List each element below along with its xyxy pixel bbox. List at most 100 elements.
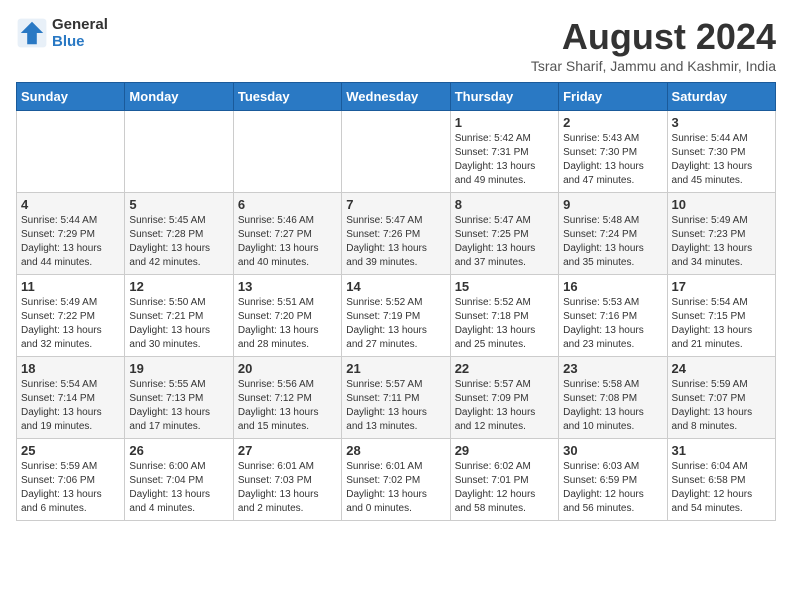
day-info: Sunrise: 5:59 AMSunset: 7:06 PMDaylight:…: [21, 460, 120, 516]
day-number: 13: [238, 279, 337, 294]
day-info: Sunrise: 6:00 AMSunset: 7:04 PMDaylight:…: [129, 460, 228, 516]
day-info: Sunrise: 5:48 AMSunset: 7:24 PMDaylight:…: [563, 214, 662, 270]
day-number: 12: [129, 279, 228, 294]
calendar-cell: [342, 111, 450, 193]
week-row-5: 25 Sunrise: 5:59 AMSunset: 7:06 PMDayligh…: [17, 439, 776, 521]
calendar-cell: 22Sunrise: 5:57 AMSunset: 7:09 PMDayligh…: [450, 357, 558, 439]
calendar-cell: 12 Sunrise: 5:50 AMSunset: 7:21 PMDayligh…: [125, 275, 233, 357]
calendar-cell: 10Sunrise: 5:49 AMSunset: 7:23 PMDayligh…: [667, 193, 775, 275]
calendar-table: SundayMondayTuesdayWednesdayThursdayFrid…: [16, 82, 776, 521]
day-number: 23: [563, 361, 662, 376]
calendar-cell: 2Sunrise: 5:43 AMSunset: 7:30 PMDaylight…: [559, 111, 667, 193]
weekday-header-thursday: Thursday: [450, 83, 558, 111]
title-block: August 2024 Tsrar Sharif, Jammu and Kash…: [531, 16, 776, 74]
day-info: Sunrise: 6:01 AMSunset: 7:02 PMDaylight:…: [346, 460, 445, 516]
calendar-cell: 6Sunrise: 5:46 AMSunset: 7:27 PMDaylight…: [233, 193, 341, 275]
page-header: General Blue August 2024 Tsrar Sharif, J…: [16, 16, 776, 74]
day-number: 31: [672, 443, 771, 458]
day-number: 11: [21, 279, 120, 294]
logo-text: General Blue: [52, 16, 108, 50]
weekday-header-saturday: Saturday: [667, 83, 775, 111]
day-info: Sunrise: 5:54 AMSunset: 7:14 PMDaylight:…: [21, 378, 120, 434]
day-number: 24: [672, 361, 771, 376]
weekday-header-sunday: Sunday: [17, 83, 125, 111]
month-year-title: August 2024: [531, 16, 776, 58]
calendar-cell: 11 Sunrise: 5:49 AMSunset: 7:22 PMDayligh…: [17, 275, 125, 357]
weekday-row: SundayMondayTuesdayWednesdayThursdayFrid…: [17, 83, 776, 111]
calendar-cell: 8Sunrise: 5:47 AMSunset: 7:25 PMDaylight…: [450, 193, 558, 275]
day-number: 28: [346, 443, 445, 458]
day-info: Sunrise: 5:59 AMSunset: 7:07 PMDaylight:…: [672, 378, 771, 434]
day-number: 18: [21, 361, 120, 376]
day-number: 17: [672, 279, 771, 294]
calendar-cell: 13Sunrise: 5:51 AMSunset: 7:20 PMDayligh…: [233, 275, 341, 357]
day-number: 29: [455, 443, 554, 458]
logo: General Blue: [16, 16, 108, 50]
day-info: Sunrise: 6:03 AMSunset: 6:59 PMDaylight:…: [563, 460, 662, 516]
location-subtitle: Tsrar Sharif, Jammu and Kashmir, India: [531, 58, 776, 74]
weekday-header-friday: Friday: [559, 83, 667, 111]
calendar-cell: 15 Sunrise: 5:52 AMSunset: 7:18 PMDayligh…: [450, 275, 558, 357]
week-row-2: 4 Sunrise: 5:44 AMSunset: 7:29 PMDaylight…: [17, 193, 776, 275]
calendar-cell: 5Sunrise: 5:45 AMSunset: 7:28 PMDaylight…: [125, 193, 233, 275]
day-info: Sunrise: 5:54 AMSunset: 7:15 PMDaylight:…: [672, 296, 771, 352]
calendar-header: SundayMondayTuesdayWednesdayThursdayFrid…: [17, 83, 776, 111]
calendar-cell: [125, 111, 233, 193]
day-info: Sunrise: 5:44 AMSunset: 7:29 PMDaylight:…: [21, 214, 120, 270]
calendar-cell: 30 Sunrise: 6:03 AMSunset: 6:59 PMDayligh…: [559, 439, 667, 521]
day-number: 7: [346, 197, 445, 212]
day-info: Sunrise: 5:55 AMSunset: 7:13 PMDaylight:…: [129, 378, 228, 434]
calendar-cell: 26 Sunrise: 6:00 AMSunset: 7:04 PMDayligh…: [125, 439, 233, 521]
week-row-3: 11 Sunrise: 5:49 AMSunset: 7:22 PMDayligh…: [17, 275, 776, 357]
day-info: Sunrise: 5:50 AMSunset: 7:21 PMDaylight:…: [129, 296, 228, 352]
week-row-4: 18 Sunrise: 5:54 AMSunset: 7:14 PMDayligh…: [17, 357, 776, 439]
day-number: 3: [672, 115, 771, 130]
weekday-header-tuesday: Tuesday: [233, 83, 341, 111]
calendar-cell: 19 Sunrise: 5:55 AMSunset: 7:13 PMDayligh…: [125, 357, 233, 439]
day-info: Sunrise: 6:04 AMSunset: 6:58 PMDaylight:…: [672, 460, 771, 516]
calendar-cell: 9Sunrise: 5:48 AMSunset: 7:24 PMDaylight…: [559, 193, 667, 275]
day-number: 26: [129, 443, 228, 458]
calendar-cell: 27Sunrise: 6:01 AMSunset: 7:03 PMDayligh…: [233, 439, 341, 521]
calendar-cell: 1 Sunrise: 5:42 AMSunset: 7:31 PMDaylight…: [450, 111, 558, 193]
day-info: Sunrise: 5:52 AMSunset: 7:18 PMDaylight:…: [455, 296, 554, 352]
calendar-body: 1 Sunrise: 5:42 AMSunset: 7:31 PMDaylight…: [17, 111, 776, 521]
calendar-cell: 29 Sunrise: 6:02 AMSunset: 7:01 PMDayligh…: [450, 439, 558, 521]
day-number: 1: [455, 115, 554, 130]
day-info: Sunrise: 6:01 AMSunset: 7:03 PMDaylight:…: [238, 460, 337, 516]
day-number: 25: [21, 443, 120, 458]
day-info: Sunrise: 5:57 AMSunset: 7:09 PMDaylight:…: [455, 378, 554, 434]
day-number: 2: [563, 115, 662, 130]
day-number: 19: [129, 361, 228, 376]
day-info: Sunrise: 5:58 AMSunset: 7:08 PMDaylight:…: [563, 378, 662, 434]
day-info: Sunrise: 5:42 AMSunset: 7:31 PMDaylight:…: [455, 132, 554, 188]
weekday-header-wednesday: Wednesday: [342, 83, 450, 111]
day-number: 10: [672, 197, 771, 212]
day-info: Sunrise: 5:52 AMSunset: 7:19 PMDaylight:…: [346, 296, 445, 352]
calendar-cell: 20 Sunrise: 5:56 AMSunset: 7:12 PMDayligh…: [233, 357, 341, 439]
calendar-cell: 3 Sunrise: 5:44 AMSunset: 7:30 PMDaylight…: [667, 111, 775, 193]
day-info: Sunrise: 5:49 AMSunset: 7:22 PMDaylight:…: [21, 296, 120, 352]
day-number: 8: [455, 197, 554, 212]
calendar-cell: 7 Sunrise: 5:47 AMSunset: 7:26 PMDaylight…: [342, 193, 450, 275]
day-info: Sunrise: 5:56 AMSunset: 7:12 PMDaylight:…: [238, 378, 337, 434]
day-number: 30: [563, 443, 662, 458]
day-number: 14: [346, 279, 445, 294]
day-info: Sunrise: 5:44 AMSunset: 7:30 PMDaylight:…: [672, 132, 771, 188]
day-number: 5: [129, 197, 228, 212]
day-info: Sunrise: 5:57 AMSunset: 7:11 PMDaylight:…: [346, 378, 445, 434]
day-number: 4: [21, 197, 120, 212]
calendar-cell: 24 Sunrise: 5:59 AMSunset: 7:07 PMDayligh…: [667, 357, 775, 439]
day-info: Sunrise: 5:47 AMSunset: 7:26 PMDaylight:…: [346, 214, 445, 270]
logo-icon: [16, 17, 48, 49]
week-row-1: 1 Sunrise: 5:42 AMSunset: 7:31 PMDaylight…: [17, 111, 776, 193]
day-info: Sunrise: 5:53 AMSunset: 7:16 PMDaylight:…: [563, 296, 662, 352]
calendar-cell: 23 Sunrise: 5:58 AMSunset: 7:08 PMDayligh…: [559, 357, 667, 439]
calendar-cell: [17, 111, 125, 193]
day-number: 6: [238, 197, 337, 212]
day-number: 15: [455, 279, 554, 294]
calendar-cell: 31 Sunrise: 6:04 AMSunset: 6:58 PMDayligh…: [667, 439, 775, 521]
calendar-cell: [233, 111, 341, 193]
day-number: 20: [238, 361, 337, 376]
day-info: Sunrise: 6:02 AMSunset: 7:01 PMDaylight:…: [455, 460, 554, 516]
